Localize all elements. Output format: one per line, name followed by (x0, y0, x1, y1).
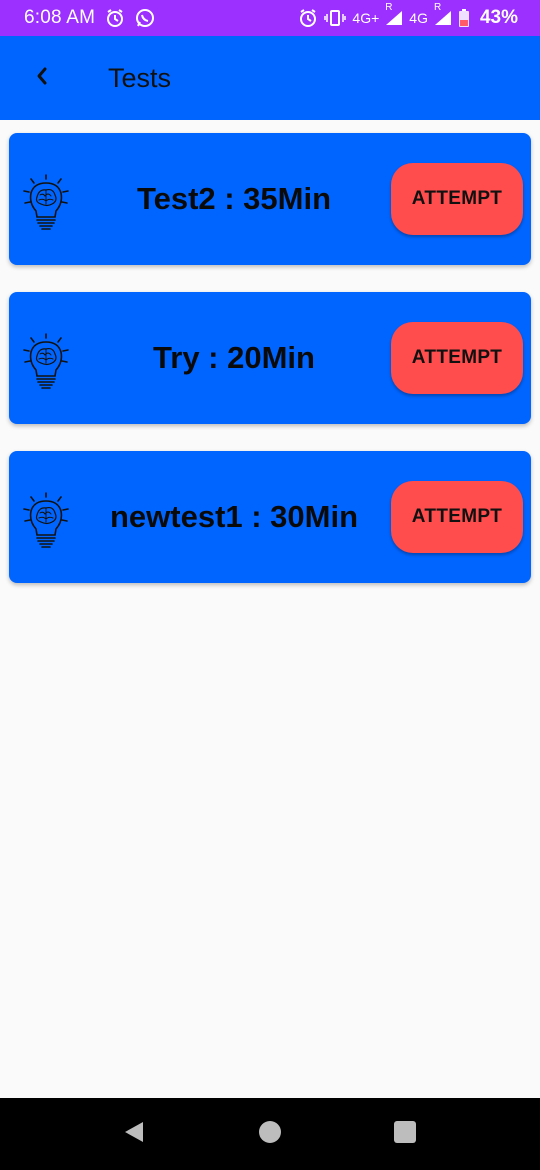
nav-back-button[interactable] (120, 1120, 148, 1148)
square-recents-icon (393, 1120, 417, 1149)
test-card[interactable]: newtest1 : 30Min ATTEMPT (9, 451, 531, 583)
status-bar: 6:08 AM 4G+ R 4G R 43% (0, 0, 540, 36)
alarm-icon (105, 8, 125, 28)
page-title: Tests (108, 62, 172, 93)
battery-icon (458, 8, 470, 28)
lightbulb-brain-icon (23, 333, 69, 389)
circle-home-icon (258, 1120, 282, 1149)
whatsapp-icon (135, 8, 155, 28)
test-title: Test2 : 35Min (136, 181, 332, 216)
network-type-1: 4G+ (352, 10, 380, 26)
chevron-left-icon (34, 65, 50, 92)
vibrate-icon (324, 9, 347, 27)
network-type-2: 4G (409, 10, 428, 26)
test-card[interactable]: Try : 20Min ATTEMPT (9, 292, 531, 424)
roaming-indicator-2: R (433, 2, 442, 13)
attempt-button[interactable]: ATTEMPT (391, 163, 523, 235)
triangle-back-icon (122, 1120, 146, 1149)
alarm-icon (298, 8, 318, 28)
back-button[interactable] (18, 54, 66, 102)
attempt-button[interactable]: ATTEMPT (391, 481, 523, 553)
lightbulb-brain-icon (23, 492, 69, 548)
status-right: 4G+ R 4G R 43% (298, 2, 518, 29)
battery-percentage: 43% (479, 7, 518, 28)
status-left: 6:08 AM (24, 7, 155, 29)
roaming-indicator-1: R (385, 2, 393, 13)
test-list: Test2 : 35Min ATTEMPT Try : 20Min ATTEMP… (9, 133, 531, 610)
lightbulb-brain-icon (23, 174, 69, 230)
signal-icon-1: R (385, 2, 403, 26)
nav-home-button[interactable] (256, 1120, 284, 1148)
attempt-button[interactable]: ATTEMPT (391, 322, 523, 394)
test-title: newtest1 : 30Min (109, 499, 359, 534)
test-title: Try : 20Min (153, 340, 315, 375)
nav-recents-button[interactable] (391, 1120, 419, 1148)
system-nav-bar (0, 1098, 540, 1170)
test-card[interactable]: Test2 : 35Min ATTEMPT (9, 133, 531, 265)
app-bar: Tests (0, 36, 540, 120)
signal-icon-2: R (434, 2, 452, 26)
status-time: 6:08 AM (24, 7, 96, 28)
